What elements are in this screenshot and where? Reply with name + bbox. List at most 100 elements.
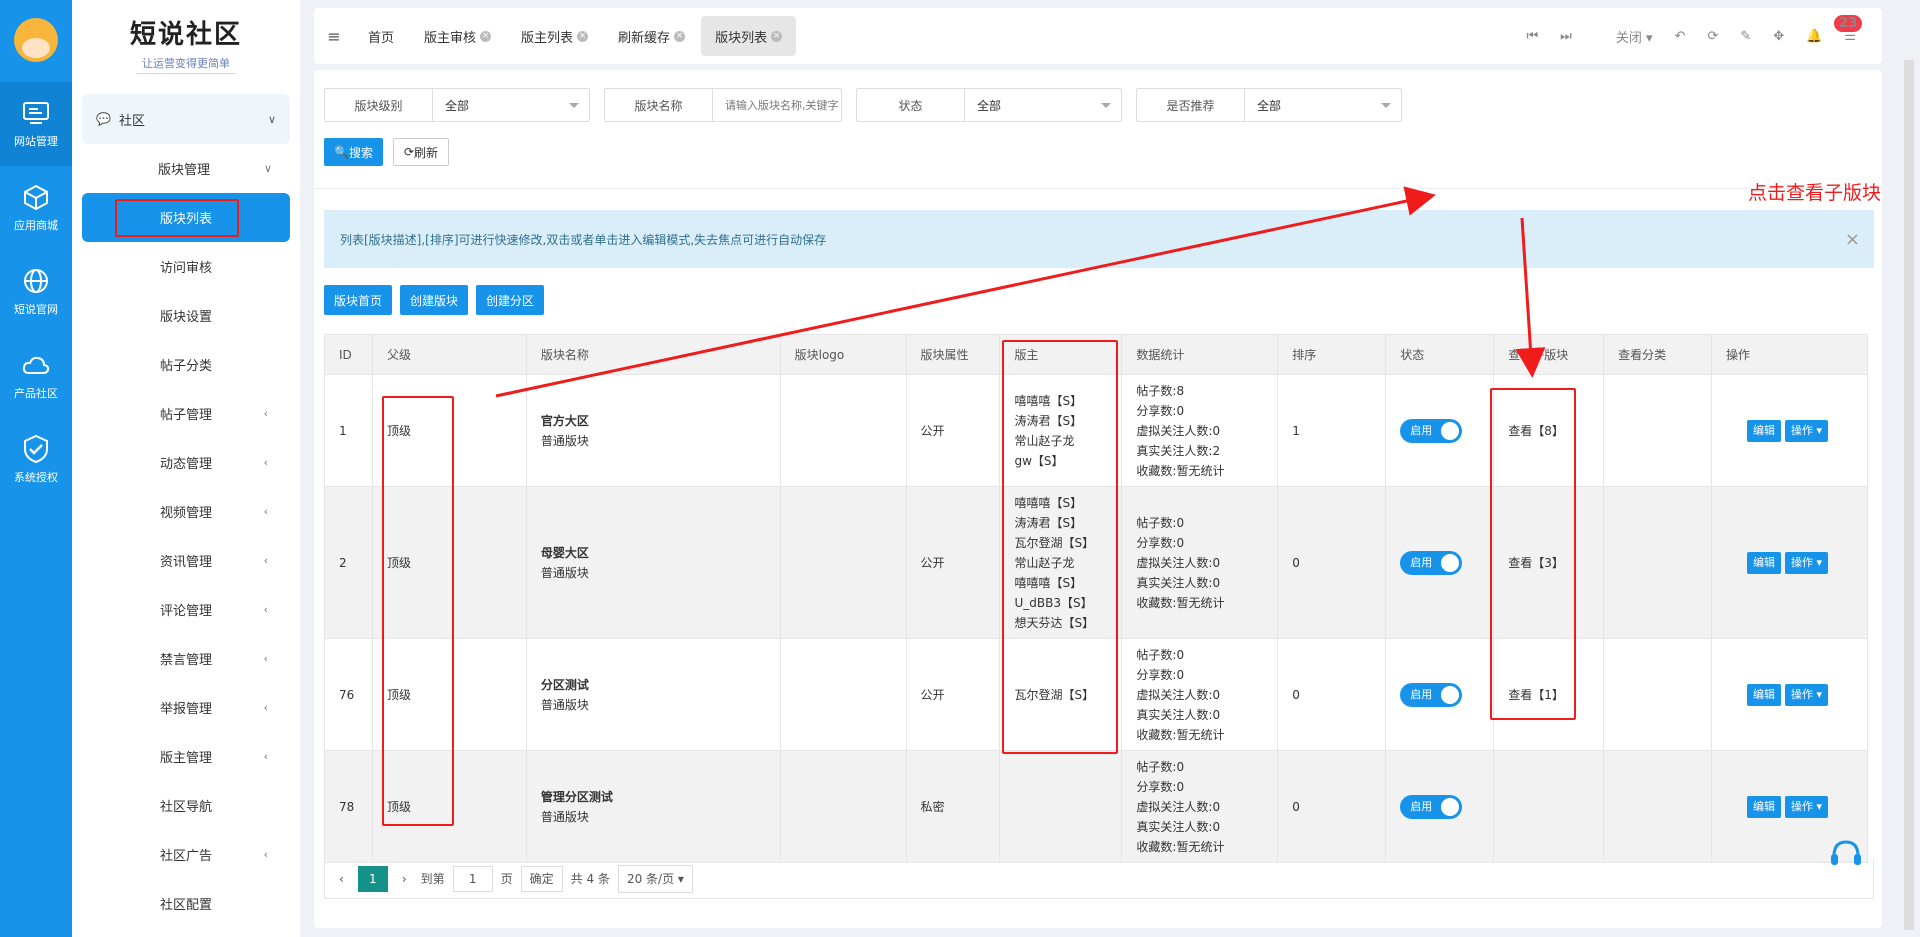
menu-label: 版块管理	[157, 163, 210, 178]
cell-stats: 帖子数:0 分享数:0 虚拟关注人数:0 真实关注人数:0 收藏数:暂无统计	[1121, 638, 1279, 751]
view-sub-link[interactable]: 查看【8】	[1508, 424, 1564, 438]
status-select[interactable]: 全部	[965, 89, 1121, 121]
menu-item-community-ads[interactable]: 社区广告 ‹	[72, 830, 300, 879]
edit-button[interactable]: 编辑	[1747, 419, 1781, 442]
column-header: 父级	[371, 334, 527, 375]
broom-icon[interactable]: ✎	[1740, 29, 1751, 44]
menu-item-access-review[interactable]: 访问审核	[72, 242, 300, 291]
left-rail: 网站管理 应用商城 短说官网 产品社区 系统授权	[0, 0, 72, 937]
cell-name[interactable]: 官方大区 普通版块	[525, 374, 781, 487]
view-sub-link[interactable]: 查看【3】	[1508, 556, 1564, 570]
menu-label: 版块列表	[159, 212, 212, 227]
rail-item-official[interactable]: 短说官网	[0, 250, 72, 334]
undo-icon[interactable]: ↶	[1675, 29, 1686, 44]
close-menu[interactable]: 关闭 ▾	[1594, 27, 1653, 46]
rail-item-store[interactable]: 应用商城	[0, 166, 72, 250]
status-toggle[interactable]: 启用	[1400, 794, 1463, 819]
menu-item-post-category[interactable]: 帖子分类	[72, 340, 300, 389]
cell-id: 76	[324, 638, 373, 751]
menu-item-mute-manage[interactable]: 禁言管理 ‹	[72, 634, 300, 683]
hamburger-icon[interactable]: ≡	[314, 27, 354, 46]
headset-icon[interactable]	[1826, 834, 1866, 874]
info-alert: 列表[版块描述],[排序]可进行快速修改,双击或者单击进入编辑模式,失去焦点可进…	[324, 210, 1874, 268]
toolbar: ⏮ ⏭ 关闭 ▾ ↶ ⟳ ✎ ✥ 🔔 23 ☰	[1504, 14, 1882, 46]
create-zone-button[interactable]: 创建分区	[476, 285, 545, 315]
prev-page-icon[interactable]: ‹	[339, 872, 344, 886]
page-input[interactable]: 1	[452, 865, 493, 892]
search-button[interactable]: 🔍 搜索	[324, 138, 383, 166]
filter-level: 版块级别 全部	[324, 88, 590, 122]
operation-dropdown[interactable]: 操作 ▾	[1785, 419, 1829, 442]
cell-name[interactable]: 母婴大区 普通版块	[525, 486, 781, 639]
scrollbar[interactable]	[1904, 60, 1914, 930]
menu-item-news-manage[interactable]: 资讯管理 ‹	[72, 536, 300, 585]
menu-label: 社区配置	[159, 898, 212, 913]
rewind-icon[interactable]: ⏮	[1526, 29, 1538, 44]
menu-item-post-manage[interactable]: 帖子管理 ‹	[72, 389, 300, 438]
page-size-select[interactable]: 20 条/页 ▾	[617, 864, 693, 893]
menu-group-community[interactable]: 💬 社区 ∨	[82, 94, 290, 144]
moderator-name: U_dBB3【S】	[1014, 595, 1093, 610]
name-input[interactable]: 请输入版块名称,关键字	[713, 89, 841, 121]
rail-item-license[interactable]: 系统授权	[0, 418, 72, 502]
level-select[interactable]: 全部	[433, 89, 589, 121]
bell-icon[interactable]: 🔔 23	[1806, 14, 1863, 44]
refresh-button[interactable]: ⟳ 刷新	[392, 138, 450, 166]
cell-name[interactable]: 分区测试 普通版块	[525, 638, 781, 751]
status-toggle[interactable]: 启用	[1400, 550, 1463, 575]
next-page-icon[interactable]: ›	[402, 872, 407, 886]
cell-sort[interactable]: 0	[1277, 638, 1387, 751]
stat-line: 虚拟关注人数:0	[1136, 423, 1221, 438]
rail-item-site[interactable]: 网站管理	[0, 82, 72, 166]
menu-item-board-manage[interactable]: 版块管理 ∨	[72, 144, 300, 193]
tab-refresh-cache[interactable]: 刷新缓存 ×	[604, 16, 699, 56]
forward-icon[interactable]: ⏭	[1560, 29, 1572, 44]
cell-id: 1	[324, 374, 373, 487]
total-label: 共 4 条	[570, 872, 610, 886]
operation-dropdown[interactable]: 操作 ▾	[1785, 795, 1829, 818]
close-icon[interactable]: ×	[771, 30, 783, 42]
menu-item-report-manage[interactable]: 举报管理 ‹	[72, 683, 300, 732]
tab-moderator-review[interactable]: 版主审核 ×	[410, 16, 505, 56]
rail-label: 应用商城	[14, 219, 58, 232]
edit-button[interactable]: 编辑	[1747, 551, 1781, 574]
close-icon[interactable]: ×	[674, 30, 686, 42]
button-label: 搜索	[348, 145, 373, 160]
move-icon[interactable]: ✥	[1773, 29, 1784, 44]
operation-dropdown[interactable]: 操作 ▾	[1785, 683, 1829, 706]
create-board-button[interactable]: 创建版块	[400, 285, 469, 315]
menu-item-community-nav[interactable]: 社区导航	[72, 781, 300, 830]
status-toggle[interactable]: 启用	[1400, 682, 1463, 707]
close-icon[interactable]: ×	[1845, 229, 1860, 250]
menu-item-community-config[interactable]: 社区配置	[72, 879, 300, 928]
menu-item-video-manage[interactable]: 视频管理 ‹	[72, 487, 300, 536]
refresh-icon[interactable]: ⟳	[1707, 29, 1718, 44]
status-toggle[interactable]: 启用	[1400, 418, 1463, 443]
menu-label: 帖子分类	[159, 359, 212, 374]
edit-button[interactable]: 编辑	[1747, 795, 1781, 818]
close-icon[interactable]: ×	[480, 30, 492, 42]
edit-button[interactable]: 编辑	[1747, 683, 1781, 706]
cell-name[interactable]: 管理分区测试 普通版块	[525, 750, 781, 863]
menu-item-board-list[interactable]: 版块列表	[82, 193, 290, 242]
tab-board-list[interactable]: 版块列表 ×	[701, 16, 797, 56]
menu-label: 版主管理	[159, 751, 212, 766]
cell-sort[interactable]: 0	[1277, 486, 1387, 639]
operation-dropdown[interactable]: 操作 ▾	[1785, 551, 1829, 574]
cell-sort[interactable]: 0	[1277, 750, 1387, 863]
rail-item-community[interactable]: 产品社区	[0, 334, 72, 418]
menu-item-board-settings[interactable]: 版块设置	[72, 291, 300, 340]
brand-title: 短说社区	[129, 20, 242, 50]
menu-item-moderator-manage[interactable]: 版主管理 ‹	[72, 732, 300, 781]
menu-item-comment-manage[interactable]: 评论管理 ‹	[72, 585, 300, 634]
recommend-select[interactable]: 全部	[1245, 89, 1401, 121]
confirm-button[interactable]: 确定	[520, 865, 563, 892]
view-sub-link[interactable]: 查看【1】	[1508, 688, 1564, 702]
cell-sort[interactable]: 1	[1277, 374, 1387, 487]
tab-home[interactable]: 首页	[354, 16, 408, 56]
close-icon[interactable]: ×	[577, 30, 589, 42]
tab-moderator-list[interactable]: 版主列表 ×	[507, 16, 602, 56]
page-1[interactable]: 1	[357, 865, 388, 892]
menu-item-dynamic-manage[interactable]: 动态管理 ‹	[72, 438, 300, 487]
board-home-button[interactable]: 版块首页	[324, 285, 393, 315]
